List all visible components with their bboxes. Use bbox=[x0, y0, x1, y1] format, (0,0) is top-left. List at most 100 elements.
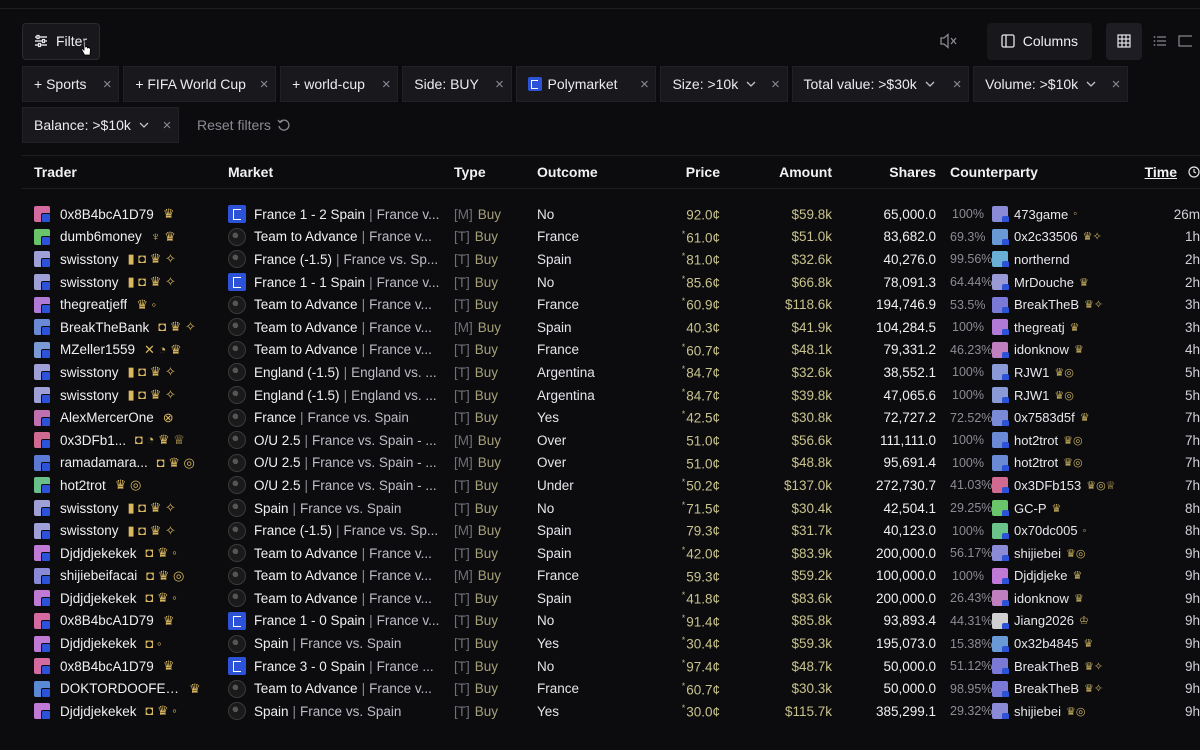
market-cell[interactable]: Team to Advance | France v... bbox=[228, 227, 448, 246]
trader-cell[interactable]: Djdjdjekekek ◘ ◦ bbox=[22, 635, 228, 652]
column-header-shares[interactable]: Shares bbox=[832, 164, 936, 180]
trader-name[interactable]: Djdjdjekekek bbox=[60, 636, 137, 651]
market-cell[interactable]: France (-1.5) | France vs. Sp... bbox=[228, 521, 448, 540]
trader-name[interactable]: swisstony bbox=[60, 388, 119, 403]
trader-cell[interactable]: swisstony ▮ ◘ ♛ ✧ bbox=[22, 500, 228, 517]
close-icon[interactable]: × bbox=[156, 117, 178, 134]
market-cell[interactable]: O/U 2.5 | France vs. Spain - ... bbox=[228, 453, 448, 472]
counterparty-cell[interactable]: 29.32% shijiebei ♛◎ bbox=[936, 703, 1136, 720]
table-row[interactable]: 0x8B4bcA1D79 ♛ France 1 - 0 Spain | France v… bbox=[22, 610, 1200, 633]
counterparty-name[interactable]: hot2trot bbox=[1014, 433, 1058, 448]
trader-cell[interactable]: Djdjdjekekek ◘ ♛ ◦ bbox=[22, 545, 228, 562]
counterparty-name[interactable]: 0x2c33506 bbox=[1014, 229, 1078, 244]
card-view-button[interactable] bbox=[1178, 23, 1200, 60]
table-row[interactable]: ramadamara... ◘ ♛ ◎ O/U 2.5 | France vs. Spa… bbox=[22, 452, 1200, 475]
column-header-type[interactable]: Type bbox=[448, 164, 530, 180]
trader-name[interactable]: thegreatjeff bbox=[60, 297, 127, 312]
market-cell[interactable]: Team to Advance | France v... bbox=[228, 589, 448, 608]
reset-filters-button[interactable]: Reset filters bbox=[183, 107, 291, 143]
market-cell[interactable]: France 1 - 1 Spain | France v... bbox=[228, 273, 448, 292]
counterparty-name[interactable]: GC-P bbox=[1014, 501, 1047, 516]
mute-button[interactable] bbox=[929, 22, 969, 60]
trader-cell[interactable]: BreakTheBank ◘ ♛ ✧ bbox=[22, 319, 228, 336]
trader-cell[interactable]: ramadamara... ◘ ♛ ◎ bbox=[22, 454, 228, 471]
columns-button[interactable]: Columns bbox=[986, 22, 1092, 60]
trader-name[interactable]: hot2trot bbox=[60, 478, 106, 493]
market-cell[interactable]: Spain | France vs. Spain bbox=[228, 499, 448, 518]
trader-cell[interactable]: swisstony ▮ ◘ ♛ ✧ bbox=[22, 251, 228, 268]
chip-size[interactable]: Size: >10k × bbox=[660, 66, 788, 102]
column-header-market[interactable]: Market bbox=[228, 164, 448, 180]
counterparty-cell[interactable]: 72.52% 0x7583d5f ♛ bbox=[936, 409, 1136, 426]
counterparty-cell[interactable]: 99.56% northernd bbox=[936, 251, 1136, 268]
trader-name[interactable]: AlexMercerOne bbox=[60, 410, 154, 425]
table-row[interactable]: BreakTheBank ◘ ♛ ✧ Team to Advance | France … bbox=[22, 316, 1200, 339]
close-icon[interactable]: × bbox=[633, 76, 655, 93]
trader-name[interactable]: BreakTheBank bbox=[60, 320, 149, 335]
table-row[interactable]: 0x3DFb1... ◘ ◔ ♛ ♕ O/U 2.5 | France vs. Spai… bbox=[22, 429, 1200, 452]
column-header-time[interactable]: Time bbox=[1136, 164, 1200, 180]
counterparty-name[interactable]: 473game bbox=[1014, 207, 1068, 222]
chip-side[interactable]: Side: BUY × bbox=[402, 66, 512, 102]
counterparty-cell[interactable]: 100% 473game ◦ bbox=[936, 206, 1136, 223]
counterparty-cell[interactable]: 69.3% 0x2c33506 ♛✧ bbox=[936, 228, 1136, 245]
table-row[interactable]: MZeller1559 ✕ ◔ ♛ Team to Advance | France v… bbox=[22, 339, 1200, 362]
counterparty-name[interactable]: northernd bbox=[1014, 252, 1070, 267]
trader-name[interactable]: MZeller1559 bbox=[60, 342, 135, 357]
counterparty-name[interactable]: MrDouche bbox=[1014, 275, 1074, 290]
trader-cell[interactable]: AlexMercerOne ⊗ bbox=[22, 409, 228, 426]
close-icon[interactable]: × bbox=[489, 76, 511, 93]
table-row[interactable]: Djdjdjekekek ◘ ♛ ◦ Team to Advance | France … bbox=[22, 542, 1200, 565]
trader-name[interactable]: swisstony bbox=[60, 365, 119, 380]
market-cell[interactable]: Team to Advance | France v... bbox=[228, 318, 448, 337]
table-row[interactable]: dumb6money ♆ ♛ Team to Advance | France v...… bbox=[22, 226, 1200, 249]
counterparty-cell[interactable]: 53.5% BreakTheB ♛✧ bbox=[936, 296, 1136, 313]
table-row[interactable]: swisstony ▮ ◘ ♛ ✧ England (-1.5) | England v… bbox=[22, 361, 1200, 384]
chip-fifa-world-cup[interactable]: + FIFA World Cup × bbox=[123, 66, 277, 102]
market-cell[interactable]: Spain | France vs. Spain bbox=[228, 702, 448, 721]
market-cell[interactable]: O/U 2.5 | France vs. Spain - ... bbox=[228, 476, 448, 495]
counterparty-name[interactable]: thegreatj bbox=[1014, 320, 1065, 335]
market-cell[interactable]: Team to Advance | France v... bbox=[228, 340, 448, 359]
market-cell[interactable]: France 3 - 0 Spain | France ... bbox=[228, 657, 448, 676]
trader-cell[interactable]: thegreatjeff ♛ ◦ bbox=[22, 296, 228, 313]
chip-world-cup[interactable]: + world-cup × bbox=[280, 66, 399, 102]
trader-cell[interactable]: swisstony ▮ ◘ ♛ ✧ bbox=[22, 522, 228, 539]
trader-cell[interactable]: swisstony ▮ ◘ ♛ ✧ bbox=[22, 387, 228, 404]
chip-balance[interactable]: Balance: >$10k × bbox=[22, 107, 179, 143]
trader-name[interactable]: swisstony bbox=[60, 501, 119, 516]
trader-name[interactable]: swisstony bbox=[60, 252, 119, 267]
counterparty-name[interactable]: 0x32b4845 bbox=[1014, 636, 1078, 651]
close-icon[interactable]: × bbox=[375, 76, 397, 93]
trader-name[interactable]: swisstony bbox=[60, 275, 119, 290]
counterparty-name[interactable]: RJW1 bbox=[1014, 365, 1049, 380]
trader-name[interactable]: Djdjdjekekek bbox=[60, 546, 137, 561]
close-icon[interactable]: × bbox=[946, 76, 968, 93]
table-row[interactable]: swisstony ▮ ◘ ♛ ✧ England (-1.5) | England v… bbox=[22, 384, 1200, 407]
column-header-amount[interactable]: Amount bbox=[720, 164, 832, 180]
trader-cell[interactable]: 0x3DFb1... ◘ ◔ ♛ ♕ bbox=[22, 432, 228, 449]
table-row[interactable]: Djdjdjekekek ◘ ♛ ◦ Team to Advance | France … bbox=[22, 587, 1200, 610]
table-row[interactable]: swisstony ▮ ◘ ♛ ✧ Spain | France vs. Spain [T… bbox=[22, 497, 1200, 520]
table-row[interactable]: shijiebeifacai ◘ ♛ ◎ Team to Advance | Franc… bbox=[22, 565, 1200, 588]
market-cell[interactable]: Spain | France vs. Spain bbox=[228, 634, 448, 653]
trader-name[interactable]: 0x8B4bcA1D79 bbox=[60, 207, 154, 222]
market-cell[interactable]: France 1 - 0 Spain | France v... bbox=[228, 611, 448, 630]
table-row[interactable]: AlexMercerOne ⊗ France | France vs. Spain [T]… bbox=[22, 406, 1200, 429]
trader-cell[interactable]: MZeller1559 ✕ ◔ ♛ bbox=[22, 341, 228, 358]
table-row[interactable]: DOKTORDOOFENS... ♛ Team to Advance|France … bbox=[22, 677, 1200, 700]
trader-cell[interactable]: Djdjdjekekek ◘ ♛ ◦ bbox=[22, 703, 228, 720]
trader-name[interactable]: dumb6money bbox=[60, 229, 142, 244]
column-header-trader[interactable]: Trader bbox=[22, 164, 228, 180]
chip-polymarket[interactable]: Polymarket × bbox=[515, 66, 657, 102]
column-header-counterparty[interactable]: Counterparty bbox=[936, 164, 1136, 180]
counterparty-name[interactable]: shijiebei bbox=[1014, 704, 1061, 719]
trader-cell[interactable]: shijiebeifacai ◘ ♛ ◎ bbox=[22, 567, 228, 584]
counterparty-name[interactable]: BreakTheB bbox=[1014, 297, 1079, 312]
table-row[interactable]: 0x8B4bcA1D79 ♛ France 1 - 2 Spain | France v… bbox=[22, 203, 1200, 226]
trader-cell[interactable]: 0x8B4bcA1D79 ♛ bbox=[22, 612, 228, 629]
counterparty-cell[interactable]: 100% Djdjdjeke ♛ bbox=[936, 567, 1136, 584]
trader-name[interactable]: 0x3DFb1... bbox=[60, 433, 126, 448]
trader-cell[interactable]: dumb6money ♆ ♛ bbox=[22, 228, 228, 245]
counterparty-cell[interactable]: 41.03% 0x3DFb153 ♛◎♕ bbox=[936, 477, 1136, 494]
